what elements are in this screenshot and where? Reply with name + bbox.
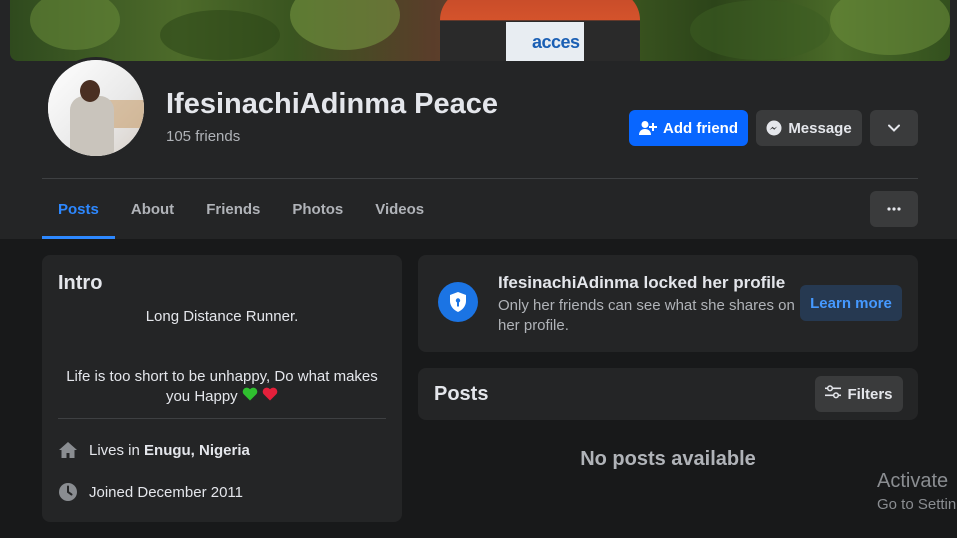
bio-line-2: Life is too short to be unhappy, Do what… bbox=[58, 367, 386, 407]
ellipsis-icon bbox=[887, 207, 901, 211]
intro-divider bbox=[58, 418, 386, 419]
activation-watermark-title: Activate bbox=[877, 470, 949, 492]
learn-more-button[interactable]: Learn more bbox=[800, 285, 902, 321]
locked-description: Only her friends can see what she shares… bbox=[498, 297, 795, 334]
posts-title: Posts bbox=[434, 383, 489, 405]
filters-label: Filters bbox=[847, 385, 893, 403]
posts-card: Posts Filters bbox=[418, 368, 918, 420]
sliders-icon bbox=[825, 385, 842, 403]
joined-detail: Joined December 2011 bbox=[58, 482, 243, 502]
more-options-button[interactable] bbox=[870, 110, 918, 146]
no-posts-message: No posts available bbox=[580, 448, 756, 470]
profile-header: acces IfesinachiAdinma Peace 105 friends… bbox=[0, 0, 957, 239]
profile-name: IfesinachiAdinma Peace bbox=[166, 88, 499, 120]
green-heart-icon bbox=[242, 387, 258, 407]
home-icon bbox=[58, 440, 78, 460]
intro-card: Intro Long Distance Runner. Life is too … bbox=[42, 255, 402, 522]
shield-lock-icon bbox=[438, 282, 478, 322]
add-friend-button[interactable]: Add friend bbox=[629, 110, 748, 146]
add-friend-label: Add friend bbox=[663, 119, 738, 137]
locked-title: IfesinachiAdinma locked her profile bbox=[498, 273, 786, 292]
friends-count[interactable]: 105 friends bbox=[166, 128, 240, 145]
red-heart-icon bbox=[262, 387, 278, 407]
joined-text: Joined December 2011 bbox=[89, 483, 243, 501]
locked-profile-card: IfesinachiAdinma locked her profile Only… bbox=[418, 255, 918, 352]
race-bib: acces bbox=[506, 22, 584, 61]
avatar[interactable] bbox=[45, 57, 147, 159]
tab-photos[interactable]: Photos bbox=[276, 180, 359, 239]
header-divider bbox=[42, 178, 918, 179]
message-label: Message bbox=[788, 119, 852, 137]
cover-photo[interactable]: acces bbox=[10, 0, 950, 61]
person-plus-icon bbox=[639, 120, 657, 136]
activation-watermark-subtitle: Go to Settin bbox=[877, 496, 957, 513]
tab-friends[interactable]: Friends bbox=[190, 180, 276, 239]
tab-about[interactable]: About bbox=[115, 180, 190, 239]
tab-posts[interactable]: Posts bbox=[42, 180, 115, 239]
intro-title: Intro bbox=[58, 272, 103, 294]
lives-in-text: Lives in Enugu, Nigeria bbox=[89, 441, 250, 459]
lives-in-place[interactable]: Enugu, Nigeria bbox=[144, 442, 250, 459]
tab-more-button[interactable] bbox=[870, 191, 918, 227]
bio-line-1: Long Distance Runner. bbox=[145, 308, 299, 325]
profile-tabs: Posts About Friends Photos Videos bbox=[42, 180, 440, 239]
clock-icon bbox=[58, 482, 78, 502]
messenger-icon bbox=[766, 120, 782, 136]
message-button[interactable]: Message bbox=[756, 110, 862, 146]
filters-button[interactable]: Filters bbox=[815, 376, 903, 412]
lives-in-detail: Lives in Enugu, Nigeria bbox=[58, 440, 250, 460]
chevron-down-icon bbox=[888, 124, 900, 132]
tab-videos[interactable]: Videos bbox=[359, 180, 440, 239]
